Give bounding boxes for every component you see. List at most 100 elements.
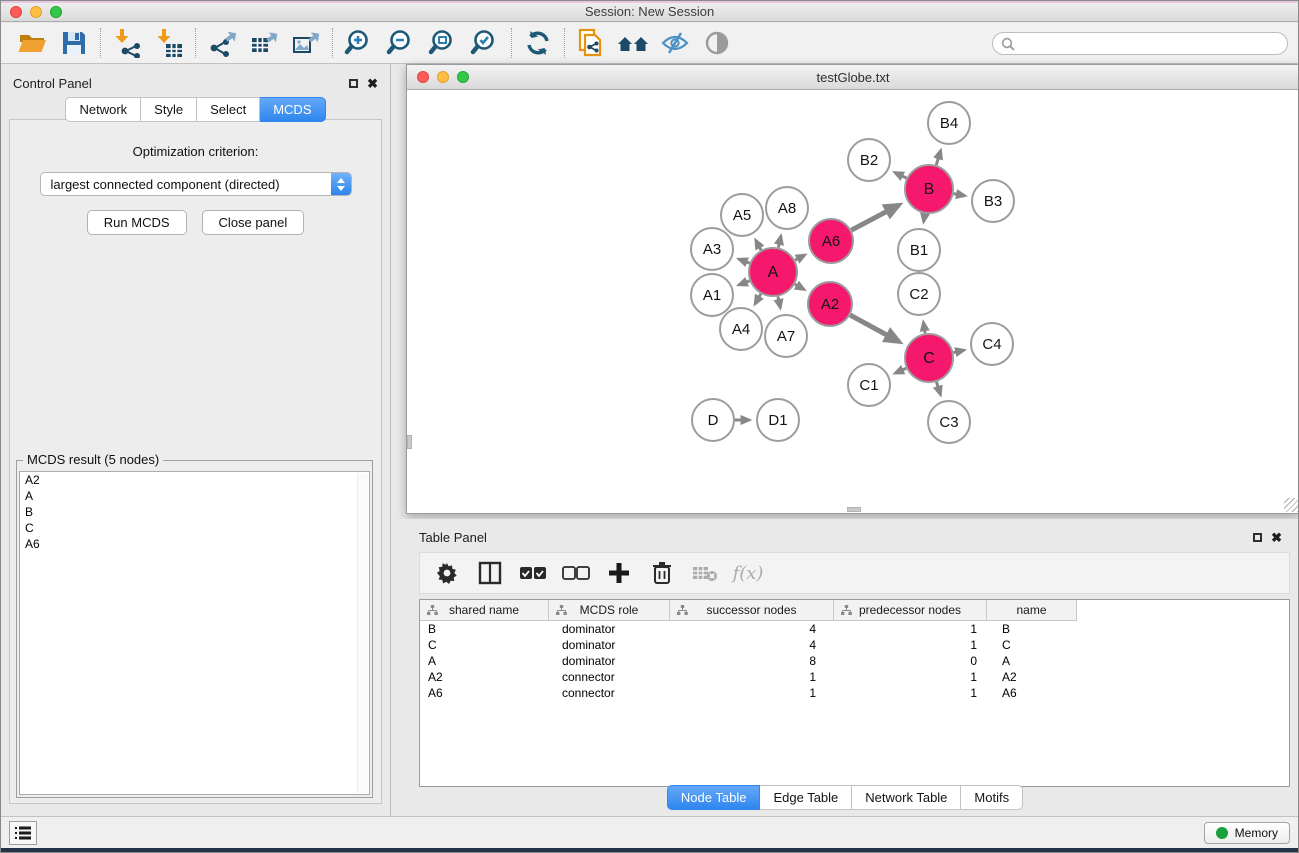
memory-button[interactable]: Memory [1204, 822, 1290, 844]
edge-A2-C[interactable] [850, 315, 899, 342]
float-table-panel-icon[interactable] [1253, 533, 1262, 542]
edge-B-B4[interactable] [936, 150, 940, 165]
deselect-all-rows-button[interactable] [561, 557, 591, 589]
column-visibility-button[interactable] [475, 557, 505, 589]
edge-B-B2[interactable] [895, 172, 907, 178]
network-canvas[interactable]: AA1A2A3A4A5A6A7A8BB1B2B3B4CC1C2C3C4DD1 [407, 91, 1299, 513]
open-session-button[interactable] [11, 25, 53, 61]
add-column-button[interactable] [604, 557, 634, 589]
node-B4[interactable]: B4 [928, 102, 970, 144]
function-builder-button[interactable]: f(x) [733, 557, 763, 589]
close-panel-button[interactable]: Close panel [202, 210, 305, 235]
edge-C-C4[interactable] [953, 350, 964, 352]
node-B1[interactable]: B1 [898, 229, 940, 271]
zoom-out-button[interactable] [380, 25, 422, 61]
import-network-button[interactable] [106, 25, 148, 61]
column-header-predecessor-nodes[interactable]: predecessor nodes [834, 600, 987, 621]
edge-A-A2[interactable] [795, 284, 804, 289]
edge-B-B1[interactable] [924, 214, 925, 222]
table-tab-edge-table[interactable]: Edge Table [760, 785, 852, 810]
node-D[interactable]: D [692, 399, 734, 441]
mcds-result-item[interactable]: A [20, 488, 369, 504]
node-C1[interactable]: C1 [848, 364, 890, 406]
resize-grip[interactable] [1284, 498, 1298, 512]
edge-B-B3[interactable] [954, 194, 965, 196]
table-tab-network-table[interactable]: Network Table [852, 785, 961, 810]
edge-C-C2[interactable] [923, 322, 925, 333]
node-B2[interactable]: B2 [848, 139, 890, 181]
import-table-button[interactable] [148, 25, 190, 61]
node-A4[interactable]: A4 [720, 308, 762, 350]
show-view-button[interactable] [696, 25, 738, 61]
node-D1[interactable]: D1 [757, 399, 799, 441]
horizontal-scrollbar-thumb[interactable] [847, 507, 861, 512]
node-A1[interactable]: A1 [691, 274, 733, 316]
column-header-shared-name[interactable]: shared name [420, 600, 549, 621]
edge-A6-B[interactable] [851, 205, 899, 230]
criterion-dropdown[interactable]: largest connected component (directed) [40, 172, 352, 196]
table-tab-node-table[interactable]: Node Table [667, 785, 761, 810]
delete-table-button[interactable] [690, 557, 720, 589]
node-C2[interactable]: C2 [898, 273, 940, 315]
tab-select[interactable]: Select [197, 97, 260, 122]
edge-A-A3[interactable] [739, 259, 750, 263]
edge-A-A5[interactable] [756, 240, 761, 250]
node-A2[interactable]: A2 [808, 282, 852, 326]
table-row-A2[interactable]: A2connector11A2 [420, 669, 1289, 685]
node-A7[interactable]: A7 [765, 315, 807, 357]
tab-network[interactable]: Network [65, 97, 141, 122]
column-header-MCDS-role[interactable]: MCDS role [549, 600, 670, 621]
network-zoom-button[interactable] [457, 71, 469, 83]
edge-A-A4[interactable] [755, 294, 761, 304]
export-image-button[interactable] [285, 25, 327, 61]
table-row-A[interactable]: Adominator80A [420, 653, 1289, 669]
save-session-button[interactable] [53, 25, 95, 61]
edge-A-A8[interactable] [778, 236, 781, 248]
mcds-result-item[interactable]: B [20, 504, 369, 520]
edge-A-A1[interactable] [739, 281, 750, 285]
table-row-A6[interactable]: A6connector11A6 [420, 685, 1289, 701]
edge-C-C1[interactable] [895, 368, 906, 373]
node-A6[interactable]: A6 [809, 219, 853, 263]
table-tab-motifs[interactable]: Motifs [961, 785, 1023, 810]
column-header-successor-nodes[interactable]: successor nodes [670, 600, 834, 621]
node-B3[interactable]: B3 [972, 180, 1014, 222]
delete-column-button[interactable] [647, 557, 677, 589]
refresh-button[interactable] [517, 25, 559, 61]
close-table-panel-icon[interactable]: ✖ [1271, 533, 1282, 542]
hide-panel-button[interactable] [654, 25, 696, 61]
column-header-name[interactable]: name [987, 600, 1077, 621]
tab-style[interactable]: Style [141, 97, 197, 122]
search-input[interactable] [992, 32, 1288, 55]
network-minimize-button[interactable] [437, 71, 449, 83]
close-panel-icon[interactable]: ✖ [367, 79, 378, 88]
node-A8[interactable]: A8 [766, 187, 808, 229]
clone-network-button[interactable] [570, 25, 612, 61]
vertical-scrollbar-thumb[interactable] [407, 435, 412, 449]
node-C4[interactable]: C4 [971, 323, 1013, 365]
zoom-selected-button[interactable] [464, 25, 506, 61]
zoom-in-button[interactable] [338, 25, 380, 61]
node-C[interactable]: C [905, 334, 953, 382]
mcds-result-item[interactable]: A2 [20, 472, 369, 488]
network-window-titlebar[interactable]: testGlobe.txt [407, 65, 1299, 90]
node-A[interactable]: A [749, 248, 797, 296]
float-panel-icon[interactable] [349, 79, 358, 88]
node-B[interactable]: B [905, 165, 953, 213]
edge-A-A6[interactable] [795, 255, 805, 260]
task-history-button[interactable] [9, 821, 37, 845]
export-table-button[interactable] [243, 25, 285, 61]
list-scrollbar[interactable] [357, 473, 368, 793]
zoom-fit-button[interactable] [422, 25, 464, 61]
mcds-result-item[interactable]: A6 [20, 536, 369, 552]
node-C3[interactable]: C3 [928, 401, 970, 443]
edge-C-C3[interactable] [936, 382, 940, 395]
select-all-rows-button[interactable] [518, 557, 548, 589]
edge-A-A7[interactable] [778, 296, 780, 307]
table-row-C[interactable]: Cdominator41C [420, 637, 1289, 653]
home-view-button[interactable] [612, 25, 654, 61]
run-mcds-button[interactable]: Run MCDS [87, 210, 187, 235]
node-A5[interactable]: A5 [721, 194, 763, 236]
tab-mcds[interactable]: MCDS [260, 97, 325, 122]
mcds-result-item[interactable]: C [20, 520, 369, 536]
